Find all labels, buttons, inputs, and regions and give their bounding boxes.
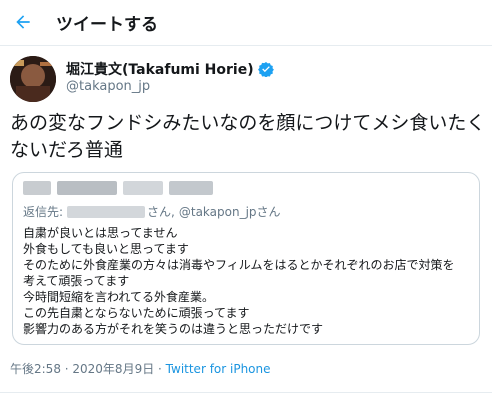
reply-context: 返信先: さん, @takapon_jpさん (23, 203, 281, 220)
verified-badge-icon (257, 61, 274, 77)
avatar-image (10, 56, 56, 102)
quote-line: そのために外食産業の方々は消毒やフィルムをはるとかそれぞれのお店で対策を (23, 258, 455, 272)
reply-prefix: 返信先: (23, 205, 64, 219)
quote-line: 考えて頑張ってます (23, 274, 130, 288)
tweet-source[interactable]: Twitter for iPhone (166, 362, 271, 376)
back-button[interactable] (10, 9, 36, 35)
quote-line: 今時間短縮を言われてる外食産業。 (23, 290, 215, 304)
quote-line: 外食もしても良いと思ってます (23, 242, 189, 256)
avatar[interactable] (10, 56, 56, 102)
meta-separator: · (154, 362, 166, 376)
quote-line: 影響力のある方がそれを笑うのは違うと思っただけです (23, 322, 324, 336)
divider (0, 392, 492, 393)
redacted-mention (67, 205, 146, 218)
reply-suffix: さん, (147, 205, 175, 219)
redacted-author (23, 181, 213, 195)
top-bar: ツイートする (0, 0, 492, 46)
reply-mention[interactable]: @takapon_jpさん (179, 203, 281, 220)
tweet-text: あの変なフンドシみたいなのを顔につけてメシ食いたくないだろ普通 (10, 112, 486, 161)
author-name-row: 堀江貴文(Takafumi Horie) (66, 59, 274, 79)
author-display-name[interactable]: 堀江貴文(Takafumi Horie) (66, 59, 254, 79)
quote-body: 自粛が良いとは思ってません 外食もしても良いと思ってます そのために外食産業の方… (23, 225, 473, 337)
quote-line: 自粛が良いとは思ってません (23, 226, 178, 240)
tweet-meta: 午後2:58 · 2020年8月9日 · Twitter for iPhone (10, 360, 271, 377)
arrow-left-icon (16, 15, 30, 29)
quote-line: この先自粛とならないために頑張ってます (23, 306, 250, 320)
quoted-reply-card[interactable]: 返信先: さん, @takapon_jpさん 自粛が良いとは思ってません 外食も… (12, 172, 480, 345)
tweet-timestamp[interactable]: 午後2:58 · 2020年8月9日 (10, 362, 154, 376)
author-handle[interactable]: @takapon_jp (66, 79, 150, 94)
page-title: ツイートする (56, 15, 158, 35)
